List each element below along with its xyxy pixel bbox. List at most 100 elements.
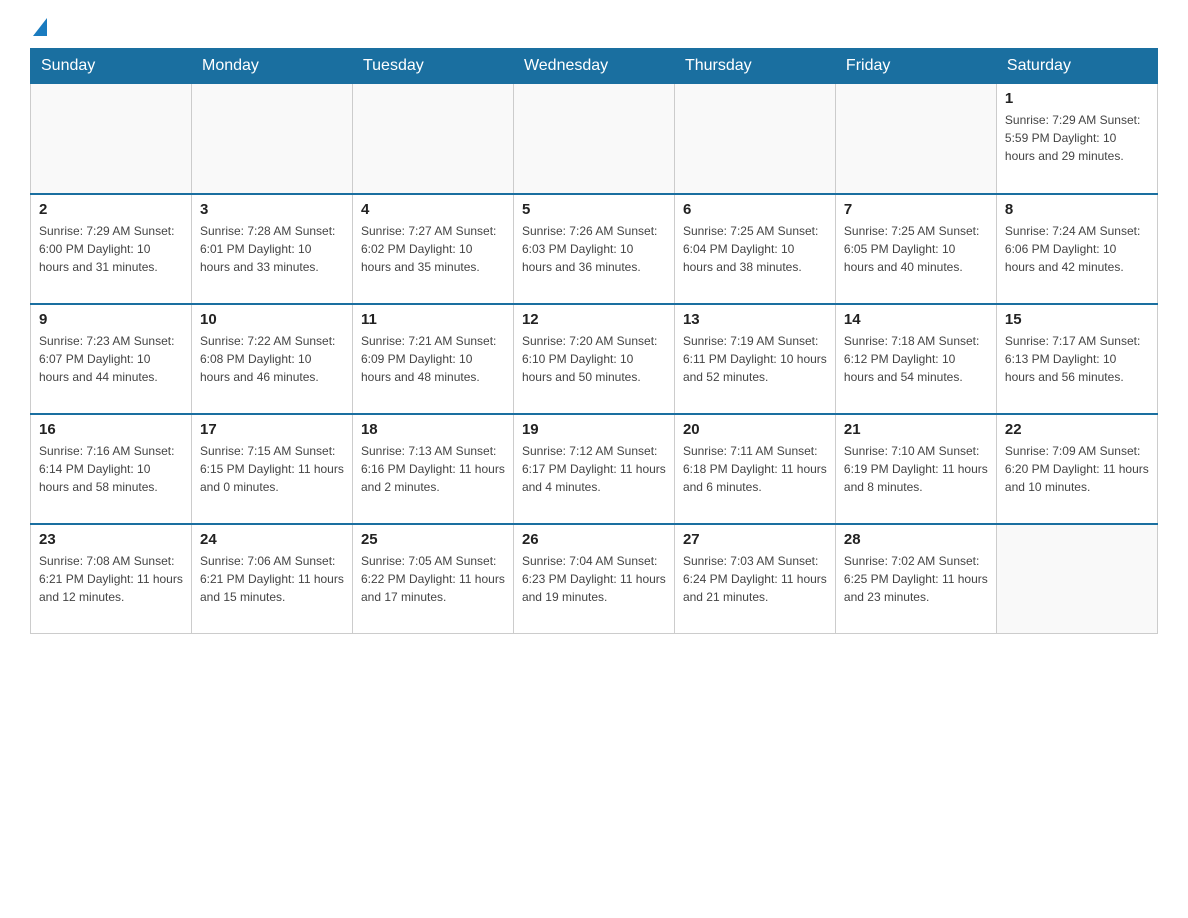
day-number: 14 [844, 311, 988, 328]
calendar-cell [191, 84, 352, 194]
calendar-cell: 11 Sunrise: 7:21 AM Sunset: 6:09 PM Dayli… [352, 304, 513, 414]
day-info: Sunrise: 7:19 AM Sunset: 6:11 PM Dayligh… [683, 332, 827, 386]
day-info: Sunrise: 7:26 AM Sunset: 6:03 PM Dayligh… [522, 222, 666, 276]
calendar-cell: 10 Sunrise: 7:22 AM Sunset: 6:08 PM Dayli… [191, 304, 352, 414]
day-number: 9 [39, 311, 183, 328]
day-number: 12 [522, 311, 666, 328]
day-info: Sunrise: 7:17 AM Sunset: 6:13 PM Dayligh… [1005, 332, 1149, 386]
calendar-cell: 21 Sunrise: 7:10 AM Sunset: 6:19 PM Dayli… [835, 414, 996, 524]
day-info: Sunrise: 7:08 AM Sunset: 6:21 PM Dayligh… [39, 552, 183, 606]
weekday-header-thursday: Thursday [674, 49, 835, 84]
calendar-cell [352, 84, 513, 194]
calendar-cell: 15 Sunrise: 7:17 AM Sunset: 6:13 PM Dayli… [996, 304, 1157, 414]
day-info: Sunrise: 7:11 AM Sunset: 6:18 PM Dayligh… [683, 442, 827, 496]
calendar-cell: 16Sunrise: 7:16 AM Sunset: 6:14 PM Dayli… [31, 414, 192, 524]
calendar-week-row: 2 Sunrise: 7:29 AM Sunset: 6:00 PM Daylig… [31, 194, 1158, 304]
day-number: 25 [361, 531, 505, 548]
day-info: Sunrise: 7:20 AM Sunset: 6:10 PM Dayligh… [522, 332, 666, 386]
day-info: Sunrise: 7:06 AM Sunset: 6:21 PM Dayligh… [200, 552, 344, 606]
day-number: 28 [844, 531, 988, 548]
weekday-header-sunday: Sunday [31, 49, 192, 84]
day-info: Sunrise: 7:16 AM Sunset: 6:14 PM Dayligh… [39, 442, 183, 496]
day-number: 21 [844, 421, 988, 438]
calendar-cell: 19 Sunrise: 7:12 AM Sunset: 6:17 PM Dayli… [513, 414, 674, 524]
day-number: 27 [683, 531, 827, 548]
day-info: Sunrise: 7:25 AM Sunset: 6:04 PM Dayligh… [683, 222, 827, 276]
day-info: Sunrise: 7:29 AM Sunset: 6:00 PM Dayligh… [39, 222, 183, 276]
day-info: Sunrise: 7:28 AM Sunset: 6:01 PM Dayligh… [200, 222, 344, 276]
calendar-cell [674, 84, 835, 194]
day-number: 5 [522, 201, 666, 218]
calendar-cell: 27 Sunrise: 7:03 AM Sunset: 6:24 PM Dayli… [674, 524, 835, 634]
weekday-header-tuesday: Tuesday [352, 49, 513, 84]
calendar-cell: 2 Sunrise: 7:29 AM Sunset: 6:00 PM Daylig… [31, 194, 192, 304]
calendar-week-row: 16Sunrise: 7:16 AM Sunset: 6:14 PM Dayli… [31, 414, 1158, 524]
day-info: Sunrise: 7:27 AM Sunset: 6:02 PM Dayligh… [361, 222, 505, 276]
day-info: Sunrise: 7:03 AM Sunset: 6:24 PM Dayligh… [683, 552, 827, 606]
calendar-cell: 26 Sunrise: 7:04 AM Sunset: 6:23 PM Dayli… [513, 524, 674, 634]
day-number: 6 [683, 201, 827, 218]
calendar-week-row: 23 Sunrise: 7:08 AM Sunset: 6:21 PM Dayli… [31, 524, 1158, 634]
day-info: Sunrise: 7:09 AM Sunset: 6:20 PM Dayligh… [1005, 442, 1149, 496]
calendar-cell: 18Sunrise: 7:13 AM Sunset: 6:16 PM Dayli… [352, 414, 513, 524]
day-number: 22 [1005, 421, 1149, 438]
day-info: Sunrise: 7:02 AM Sunset: 6:25 PM Dayligh… [844, 552, 988, 606]
day-number: 13 [683, 311, 827, 328]
day-number: 4 [361, 201, 505, 218]
calendar-cell: 24 Sunrise: 7:06 AM Sunset: 6:21 PM Dayli… [191, 524, 352, 634]
day-number: 24 [200, 531, 344, 548]
day-info: Sunrise: 7:23 AM Sunset: 6:07 PM Dayligh… [39, 332, 183, 386]
day-number: 26 [522, 531, 666, 548]
calendar-cell [513, 84, 674, 194]
calendar-week-row: 9 Sunrise: 7:23 AM Sunset: 6:07 PM Daylig… [31, 304, 1158, 414]
day-number: 8 [1005, 201, 1149, 218]
day-info: Sunrise: 7:24 AM Sunset: 6:06 PM Dayligh… [1005, 222, 1149, 276]
calendar-cell: 23 Sunrise: 7:08 AM Sunset: 6:21 PM Dayli… [31, 524, 192, 634]
calendar-cell: 1 Sunrise: 7:29 AM Sunset: 5:59 PM Daylig… [996, 84, 1157, 194]
calendar-cell [996, 524, 1157, 634]
calendar-cell: 25Sunrise: 7:05 AM Sunset: 6:22 PM Dayli… [352, 524, 513, 634]
calendar-cell: 5 Sunrise: 7:26 AM Sunset: 6:03 PM Daylig… [513, 194, 674, 304]
day-number: 7 [844, 201, 988, 218]
day-number: 20 [683, 421, 827, 438]
weekday-header-wednesday: Wednesday [513, 49, 674, 84]
day-number: 2 [39, 201, 183, 218]
logo [30, 20, 47, 38]
day-info: Sunrise: 7:29 AM Sunset: 5:59 PM Dayligh… [1005, 111, 1149, 165]
day-info: Sunrise: 7:13 AM Sunset: 6:16 PM Dayligh… [361, 442, 505, 496]
calendar-cell [835, 84, 996, 194]
day-info: Sunrise: 7:22 AM Sunset: 6:08 PM Dayligh… [200, 332, 344, 386]
day-info: Sunrise: 7:12 AM Sunset: 6:17 PM Dayligh… [522, 442, 666, 496]
day-info: Sunrise: 7:10 AM Sunset: 6:19 PM Dayligh… [844, 442, 988, 496]
day-info: Sunrise: 7:04 AM Sunset: 6:23 PM Dayligh… [522, 552, 666, 606]
weekday-header-monday: Monday [191, 49, 352, 84]
calendar-cell: 4 Sunrise: 7:27 AM Sunset: 6:02 PM Daylig… [352, 194, 513, 304]
calendar-cell: 6 Sunrise: 7:25 AM Sunset: 6:04 PM Daylig… [674, 194, 835, 304]
calendar-cell: 9 Sunrise: 7:23 AM Sunset: 6:07 PM Daylig… [31, 304, 192, 414]
day-number: 19 [522, 421, 666, 438]
day-info: Sunrise: 7:15 AM Sunset: 6:15 PM Dayligh… [200, 442, 344, 496]
calendar-week-row: 1 Sunrise: 7:29 AM Sunset: 5:59 PM Daylig… [31, 84, 1158, 194]
day-info: Sunrise: 7:18 AM Sunset: 6:12 PM Dayligh… [844, 332, 988, 386]
calendar-cell: 3 Sunrise: 7:28 AM Sunset: 6:01 PM Daylig… [191, 194, 352, 304]
day-number: 15 [1005, 311, 1149, 328]
calendar-cell: 22 Sunrise: 7:09 AM Sunset: 6:20 PM Dayli… [996, 414, 1157, 524]
logo-general [30, 20, 47, 38]
logo-triangle-icon [33, 18, 47, 36]
weekday-header-saturday: Saturday [996, 49, 1157, 84]
calendar-cell: 7Sunrise: 7:25 AM Sunset: 6:05 PM Daylig… [835, 194, 996, 304]
day-number: 3 [200, 201, 344, 218]
calendar-header-row: SundayMondayTuesdayWednesdayThursdayFrid… [31, 49, 1158, 84]
day-number: 23 [39, 531, 183, 548]
calendar-cell: 13 Sunrise: 7:19 AM Sunset: 6:11 PM Dayli… [674, 304, 835, 414]
calendar-table: SundayMondayTuesdayWednesdayThursdayFrid… [30, 48, 1158, 634]
calendar-cell: 20 Sunrise: 7:11 AM Sunset: 6:18 PM Dayli… [674, 414, 835, 524]
day-number: 10 [200, 311, 344, 328]
day-info: Sunrise: 7:21 AM Sunset: 6:09 PM Dayligh… [361, 332, 505, 386]
day-number: 17 [200, 421, 344, 438]
page-header [30, 20, 1158, 38]
calendar-cell: 14 Sunrise: 7:18 AM Sunset: 6:12 PM Dayli… [835, 304, 996, 414]
weekday-header-friday: Friday [835, 49, 996, 84]
day-number: 11 [361, 311, 505, 328]
day-number: 1 [1005, 90, 1149, 107]
